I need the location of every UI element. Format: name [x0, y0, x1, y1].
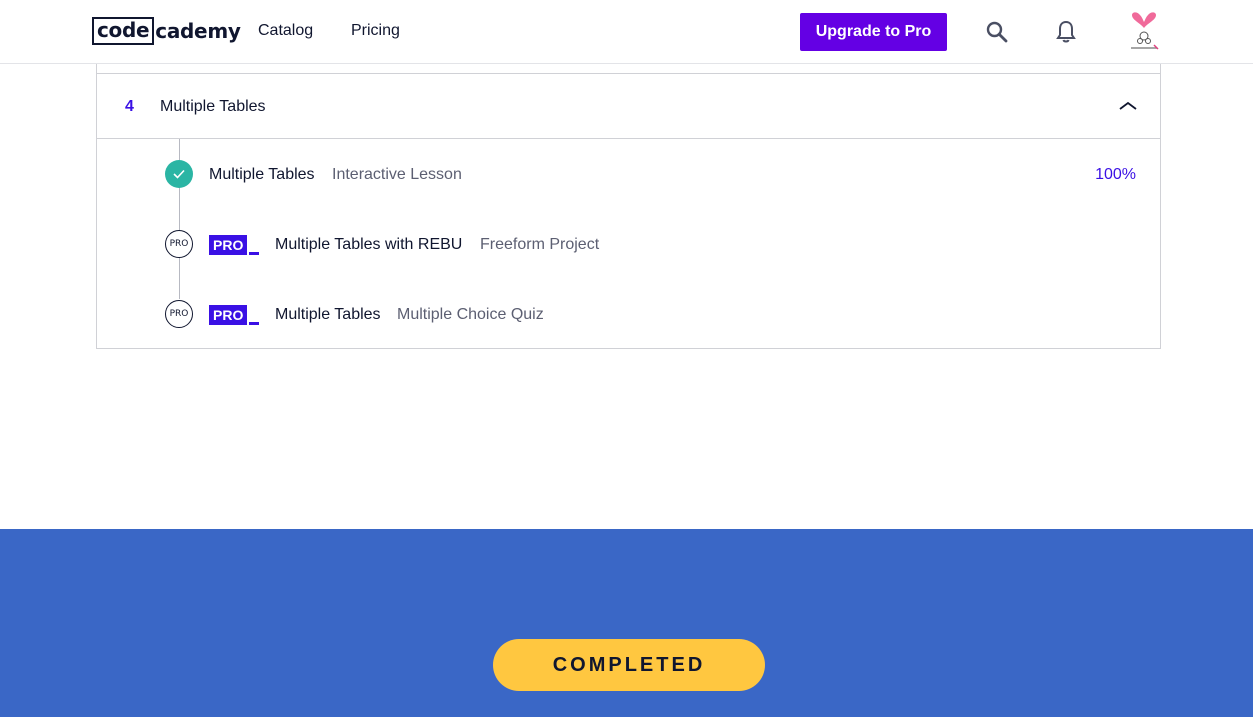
- pro-badge: PRO: [209, 235, 259, 255]
- item-type: Freeform Project: [480, 236, 600, 253]
- module-header[interactable]: 4 Multiple Tables: [97, 74, 1160, 139]
- item-title: Multiple Tables: [209, 166, 315, 183]
- module-number: 4: [125, 98, 134, 115]
- search-button[interactable]: [983, 18, 1011, 46]
- item-title: Multiple Tables: [275, 306, 381, 323]
- bell-icon: [1056, 20, 1076, 43]
- chevron-up-icon[interactable]: [1117, 98, 1139, 114]
- list-item[interactable]: PRO PRO Multiple Tables with REBU Freefo…: [97, 224, 1160, 264]
- upgrade-to-pro-button[interactable]: Upgrade to Pro: [800, 13, 947, 51]
- checkmark-icon: [173, 169, 185, 179]
- completed-button[interactable]: COMPLETED: [493, 639, 765, 691]
- pro-badge-cursor: [249, 322, 259, 325]
- pro-badge-cursor: [249, 252, 259, 255]
- pro-badge: PRO: [209, 305, 259, 325]
- pro-locked-status-icon: PRO: [165, 230, 193, 258]
- pro-badge-label: PRO: [209, 235, 247, 255]
- module-title: Multiple Tables: [160, 98, 266, 115]
- item-title: Multiple Tables with REBU: [275, 236, 463, 253]
- codecademy-logo[interactable]: code cademy: [92, 17, 241, 45]
- module-card: 4 Multiple Tables Multiple Tables Intera…: [96, 73, 1161, 349]
- search-icon: [986, 21, 1008, 43]
- nav-link-pricing[interactable]: Pricing: [351, 22, 400, 40]
- list-item[interactable]: Multiple Tables Interactive Lesson 100%: [97, 154, 1160, 194]
- pro-badge-label: PRO: [209, 305, 247, 325]
- nav-link-catalog[interactable]: Catalog: [258, 22, 313, 40]
- logo-boxed-text: code: [92, 17, 155, 45]
- completion-footer: COMPLETED: [0, 529, 1253, 717]
- avatar-heart-bunny-icon: [1131, 12, 1159, 50]
- notifications-button[interactable]: [1052, 18, 1080, 46]
- list-item[interactable]: PRO PRO Multiple Tables Multiple Choice …: [97, 294, 1160, 334]
- item-type: Interactive Lesson: [332, 166, 462, 183]
- item-progress: 100%: [1095, 166, 1136, 183]
- pro-locked-status-icon: PRO: [165, 300, 193, 328]
- top-navbar: code cademy Catalog Pricing Upgrade to Pr…: [0, 0, 1253, 64]
- logo-rest-text: cademy: [155, 19, 241, 43]
- user-avatar[interactable]: [1127, 12, 1161, 52]
- item-type: Multiple Choice Quiz: [397, 306, 544, 323]
- completed-status-icon: [165, 160, 193, 188]
